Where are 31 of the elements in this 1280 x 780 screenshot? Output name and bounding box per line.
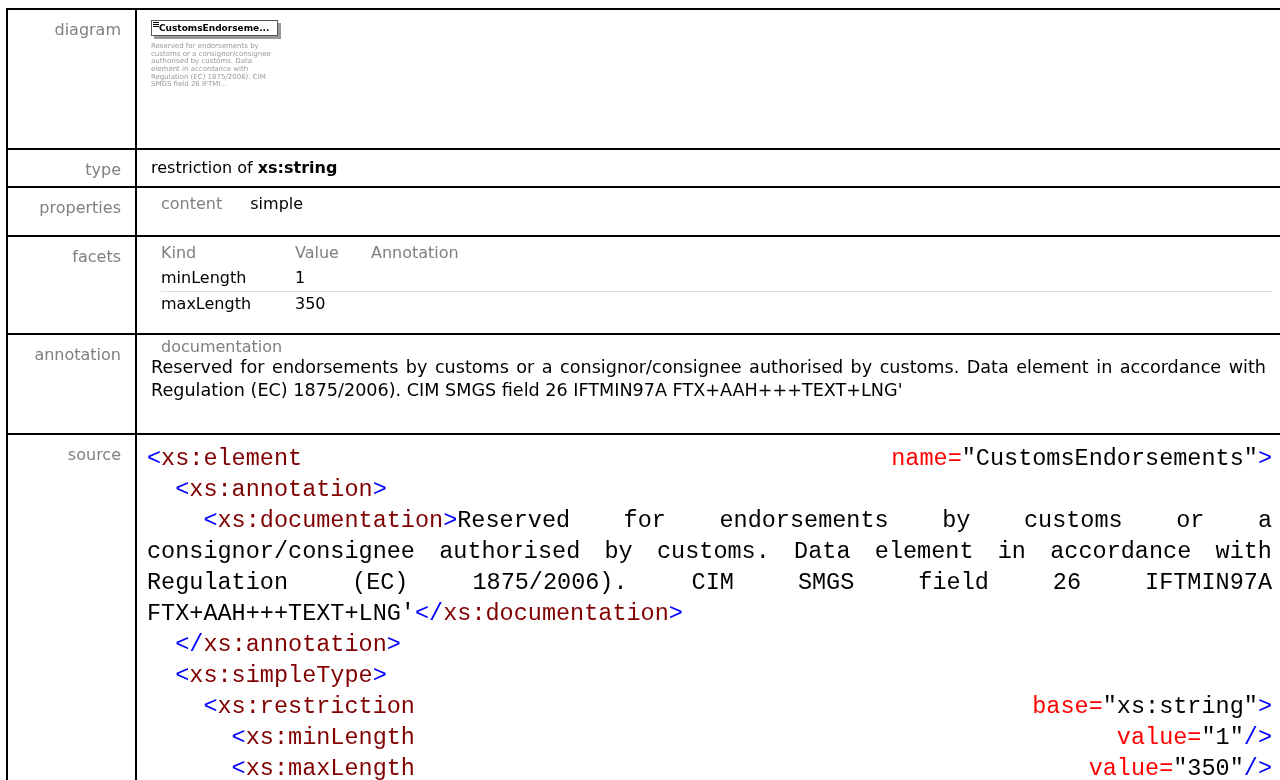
table-cell: maxLength [161,291,295,317]
code-line: <xs:simpleType> [174,661,388,691]
code-line: <xs:documentation>Reserved for endorsements by customs or a [202,506,1272,536]
row-label: annotation [8,335,137,433]
type-text: restriction of xs:string [151,158,338,177]
row-label: diagram [8,10,137,148]
table-cell-text: minLength [161,267,248,289]
code-line: </xs:annotation> [174,630,402,660]
row-label: type [8,150,137,186]
column-header: Annotation [371,242,460,264]
annotation-heading: documentation [160,337,284,356]
code-line: <xs:restriction base="xs:string"> [202,692,1272,722]
row-label: facets [8,237,137,333]
lines-icon [153,22,159,27]
code-line: Regulation (EC) 1875/2006). CIM SMGS field 26 IFTMIN97A [147,568,1272,598]
code-line: <xs:minLength value="1"/> [230,723,1272,753]
property-value: simple [250,194,304,213]
annotation-text: Reserved for endorsements by customs or a consignor/consignee authorised by customs. Data element in accordance with Regulation (EC) 1875/2006). CIM SMGS field 26 IFTMIN97A FTX+AAH+++TEXT+LNG' [151,356,1267,402]
code-line: FTX+AAH+++TEXT+LNG'</xs:documentation> [147,599,684,629]
code-line: consignor/consignee authorised by customs. Data element in accordance with [147,537,1272,567]
table-cell: 350 [295,291,371,317]
table-cell-text: 1 [295,267,307,289]
property-name: content [161,194,223,213]
row-label: source [8,435,137,780]
column-header: Kind [161,242,198,264]
column-header: Value [295,242,340,264]
code-line: <xs:annotation> [174,475,388,505]
element-box: CustomsEndorseme... [151,20,279,36]
code-line: <xs:maxLength value="350"/> [230,754,1272,780]
code-line: <xs:element name="CustomsEndorsements"> [147,444,1272,474]
row-label: properties [8,188,137,235]
